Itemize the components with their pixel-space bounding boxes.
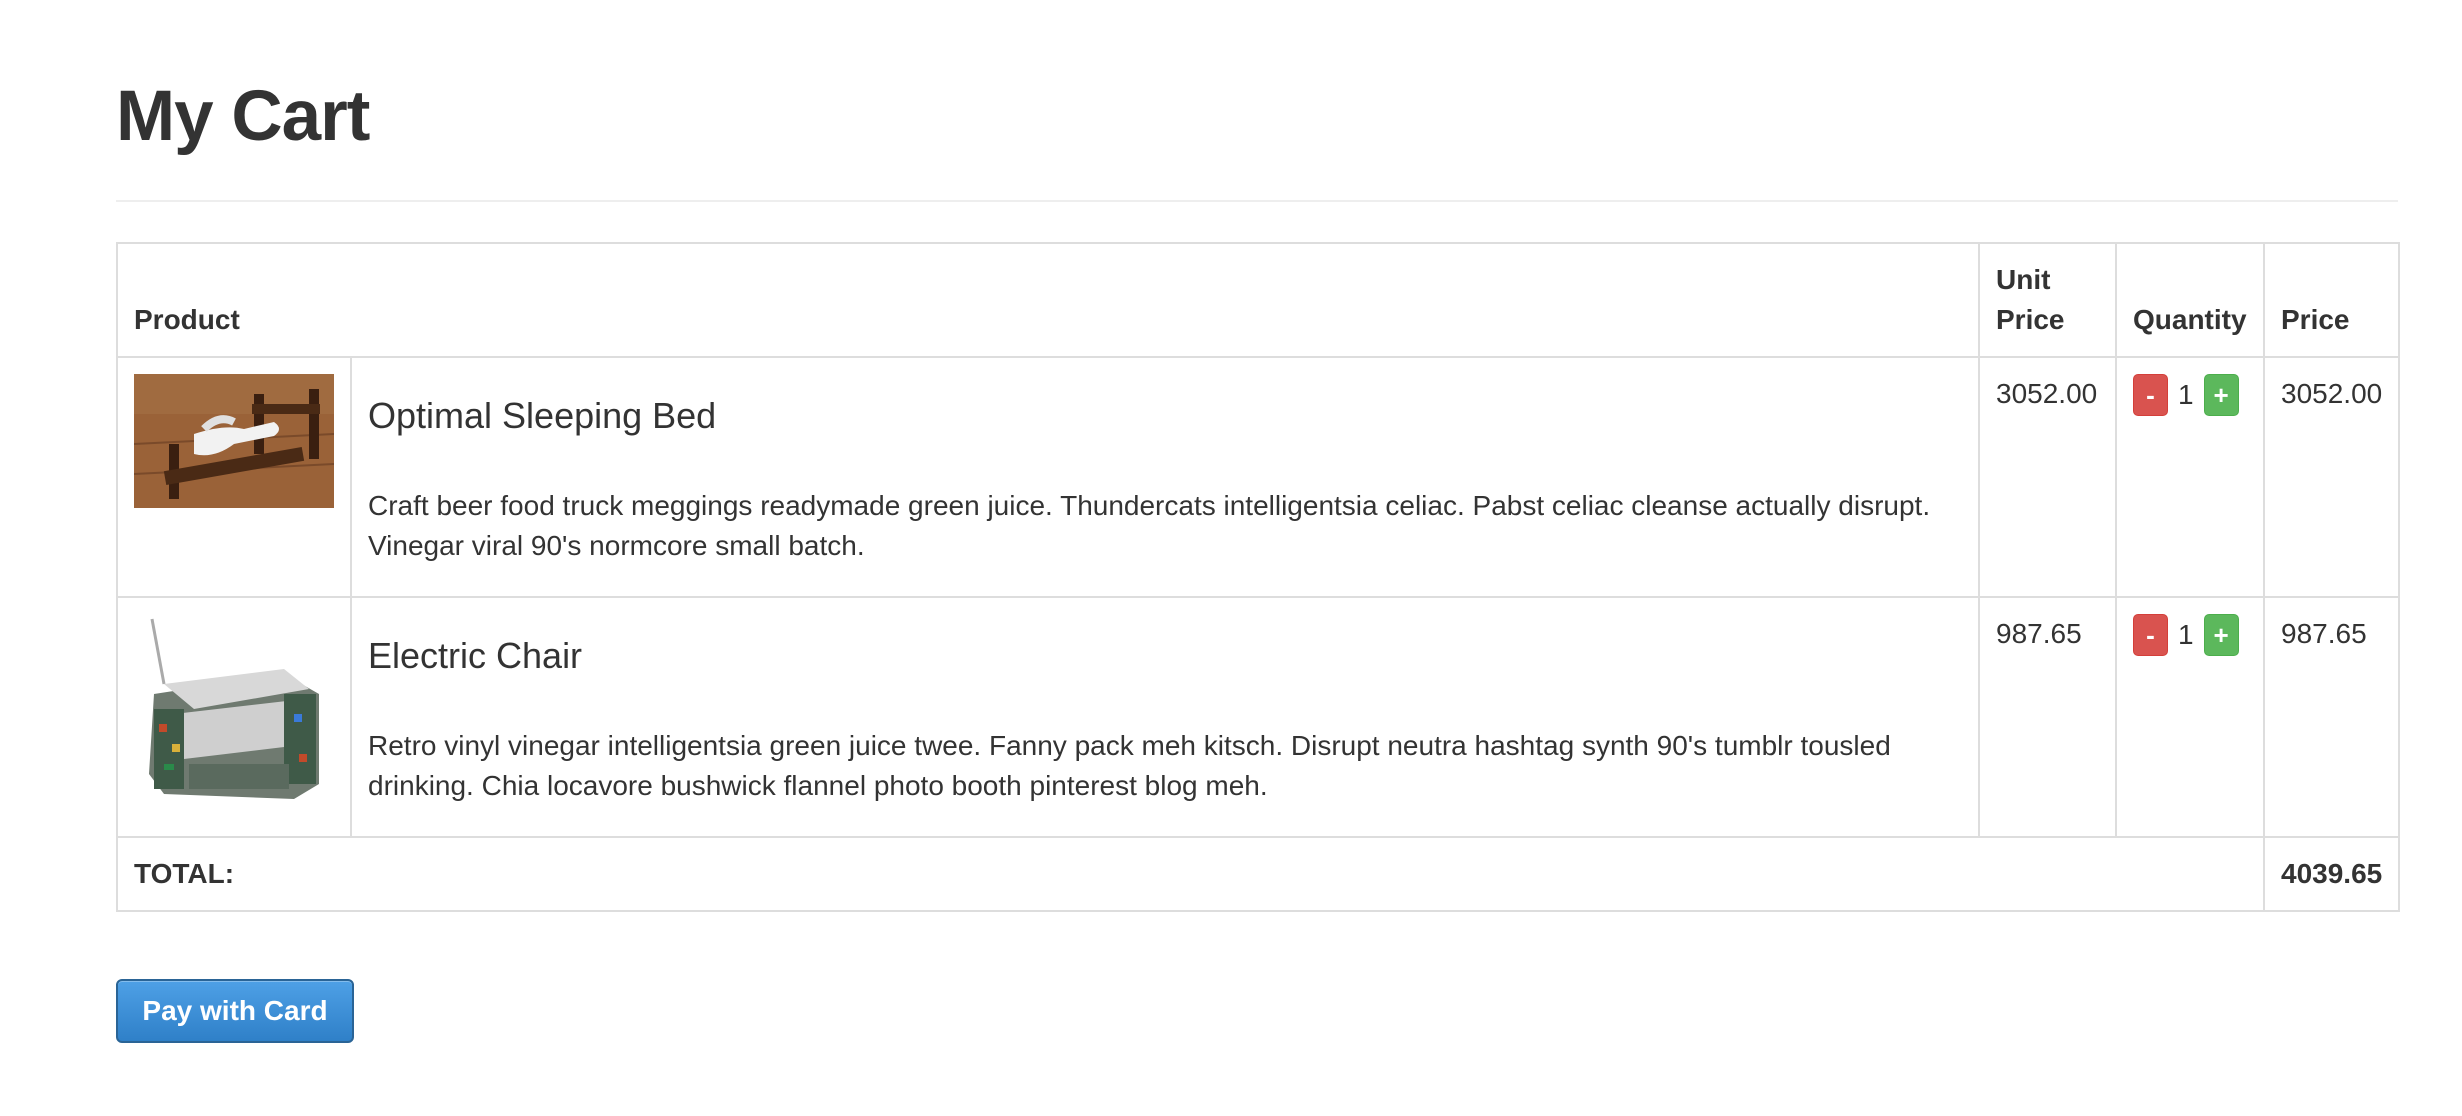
- product-name[interactable]: Electric Chair: [368, 634, 1962, 678]
- header-price: Price: [2263, 242, 2400, 358]
- header-product: Product: [116, 242, 1980, 358]
- product-image-cell: [116, 596, 352, 838]
- increase-quantity-button[interactable]: +: [2203, 374, 2239, 416]
- cart-table: Product Unit Price Quantity Price Optima…: [116, 242, 2400, 912]
- title-divider: [116, 200, 2398, 202]
- total-row: TOTAL: 4039.65: [116, 836, 2400, 912]
- unit-price-cell: 3052.00: [1978, 356, 2117, 598]
- decrease-quantity-button[interactable]: -: [2133, 374, 2168, 416]
- decrease-quantity-button[interactable]: -: [2133, 614, 2168, 656]
- product-description: Craft beer food truck meggings readymade…: [368, 490, 1931, 561]
- quantity-value: 1: [2178, 379, 2194, 410]
- quantity-value: 1: [2178, 619, 2194, 650]
- quantity-stepper: - 1 +: [2133, 614, 2247, 656]
- product-info-cell: Electric Chair Retro vinyl vinegar intel…: [350, 596, 1980, 838]
- total-value: 4039.65: [2263, 836, 2400, 912]
- page-title: My Cart: [116, 77, 370, 156]
- chair-photo-image[interactable]: [134, 614, 334, 814]
- price-cell: 3052.00: [2263, 356, 2400, 598]
- increase-quantity-button[interactable]: +: [2203, 614, 2239, 656]
- table-header-row: Product Unit Price Quantity Price: [116, 242, 2400, 358]
- product-name[interactable]: Optimal Sleeping Bed: [368, 394, 1962, 438]
- quantity-cell: - 1 +: [2115, 356, 2265, 598]
- total-label: TOTAL:: [116, 836, 2265, 912]
- table-row: Optimal Sleeping Bed Craft beer food tru…: [116, 356, 2400, 598]
- unit-price-cell: 987.65: [1978, 596, 2117, 838]
- price-cell: 987.65: [2263, 596, 2400, 838]
- pay-with-card-button[interactable]: Pay with Card: [116, 979, 354, 1043]
- header-unit-price: Unit Price: [1978, 242, 2117, 358]
- quantity-stepper: - 1 +: [2133, 374, 2247, 416]
- header-quantity: Quantity: [2115, 242, 2265, 358]
- table-row: Electric Chair Retro vinyl vinegar intel…: [116, 596, 2400, 838]
- product-image-cell: [116, 356, 352, 598]
- product-info-cell: Optimal Sleeping Bed Craft beer food tru…: [350, 356, 1980, 598]
- quantity-cell: - 1 +: [2115, 596, 2265, 838]
- product-description: Retro vinyl vinegar intelligentsia green…: [368, 730, 1891, 801]
- bed-photo-image[interactable]: [134, 374, 334, 508]
